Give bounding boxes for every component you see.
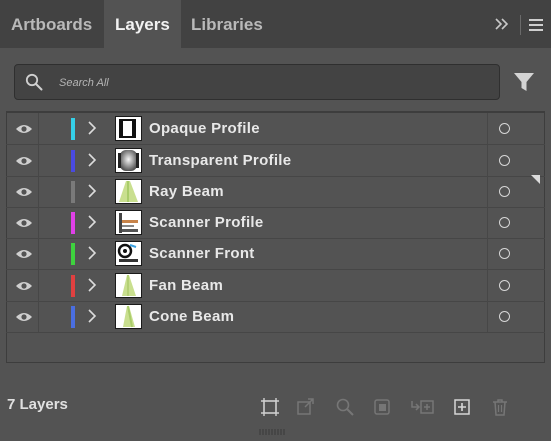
chevron-right-icon[interactable] (86, 183, 98, 199)
panel-controls (494, 14, 543, 36)
layer-name[interactable]: Cone Beam (149, 301, 234, 332)
chevron-right-icon[interactable] (86, 214, 98, 230)
eye-icon[interactable] (10, 176, 38, 207)
chevron-right-icon[interactable] (86, 245, 98, 261)
target-column-divider (487, 207, 488, 238)
layer-count: 7 Layers (7, 396, 68, 413)
circle-target-icon[interactable] (499, 248, 510, 259)
search-input[interactable] (57, 67, 481, 99)
chevron-right-icon[interactable] (86, 308, 98, 324)
layer-color-swatch (71, 150, 75, 172)
clipping-mask-icon (372, 397, 392, 417)
selection-indicator (531, 175, 540, 184)
layer-thumbnail (115, 116, 142, 141)
circle-target-icon[interactable] (499, 155, 510, 166)
circle-target-icon[interactable] (499, 186, 510, 197)
circle-target-icon[interactable] (499, 280, 510, 291)
target-column-divider (487, 113, 488, 144)
layer-thumbnail (115, 210, 142, 235)
tab-artboards[interactable]: Artboards (0, 0, 103, 48)
resize-grip[interactable] (258, 423, 288, 435)
layer-row[interactable]: Cone Beam (6, 301, 545, 333)
eye-icon[interactable] (10, 238, 38, 269)
lock-column-divider (38, 207, 39, 238)
eye-icon[interactable] (10, 113, 38, 144)
panel-tab-bar: Artboards Layers Libraries (0, 0, 551, 48)
tab-layers[interactable]: Layers (104, 0, 181, 48)
chevron-right-icon[interactable] (86, 152, 98, 168)
hamburger-icon[interactable] (529, 19, 543, 31)
filter-icon[interactable] (513, 71, 535, 93)
divider (520, 15, 521, 35)
eye-icon[interactable] (10, 301, 38, 332)
layer-row[interactable]: Scanner Front (6, 238, 545, 270)
layer-name[interactable]: Transparent Profile (149, 145, 291, 176)
new-sublayer-icon (410, 397, 434, 417)
lock-column-divider (38, 238, 39, 269)
target-column-divider (487, 176, 488, 207)
layer-color-swatch (71, 275, 75, 297)
chevron-right-icon[interactable] (86, 120, 98, 136)
layer-name[interactable]: Scanner Front (149, 238, 255, 269)
lock-column-divider (38, 145, 39, 176)
lock-column-divider (38, 113, 39, 144)
layer-thumbnail (115, 179, 142, 204)
target-column-divider (487, 145, 488, 176)
target-column-divider (487, 238, 488, 269)
new-layer-icon[interactable] (452, 397, 472, 417)
layer-thumbnail (115, 241, 142, 266)
chevron-right-icon[interactable] (86, 277, 98, 293)
lock-column-divider (38, 270, 39, 301)
layer-color-swatch (71, 118, 75, 140)
layer-color-swatch (71, 181, 75, 203)
layer-row[interactable]: Scanner Profile (6, 207, 545, 239)
circle-target-icon[interactable] (499, 311, 510, 322)
layer-color-swatch (71, 212, 75, 234)
layer-color-swatch (71, 306, 75, 328)
double-chevron-icon[interactable] (494, 17, 510, 33)
target-column-divider (487, 301, 488, 332)
layer-color-swatch (71, 243, 75, 265)
layer-name[interactable]: Ray Beam (149, 176, 224, 207)
layer-thumbnail (115, 273, 142, 298)
circle-target-icon[interactable] (499, 123, 510, 134)
layer-thumbnail (115, 304, 142, 329)
eye-icon[interactable] (10, 207, 38, 238)
layer-row[interactable]: Fan Beam (6, 270, 545, 302)
search-box (14, 64, 500, 100)
layer-row[interactable]: Opaque Profile (6, 113, 545, 145)
layer-row[interactable]: Ray Beam (6, 176, 545, 208)
layers-list: Opaque Profile Transparent Profile Ray B… (6, 112, 545, 337)
eye-icon[interactable] (10, 145, 38, 176)
lock-column-divider (38, 301, 39, 332)
layer-name[interactable]: Fan Beam (149, 270, 223, 301)
tab-libraries[interactable]: Libraries (180, 0, 274, 48)
search-icon (25, 73, 43, 91)
target-column-divider (487, 270, 488, 301)
layer-name[interactable]: Scanner Profile (149, 207, 264, 238)
lock-column-divider (38, 176, 39, 207)
layer-thumbnail (115, 148, 142, 173)
circle-target-icon[interactable] (499, 217, 510, 228)
locate-object-icon (335, 397, 355, 417)
export-icon (296, 397, 316, 417)
eye-icon[interactable] (10, 270, 38, 301)
artboard-icon[interactable] (260, 397, 280, 417)
layer-row[interactable]: Transparent Profile (6, 145, 545, 177)
trash-icon (490, 397, 510, 417)
layer-name[interactable]: Opaque Profile (149, 113, 260, 144)
